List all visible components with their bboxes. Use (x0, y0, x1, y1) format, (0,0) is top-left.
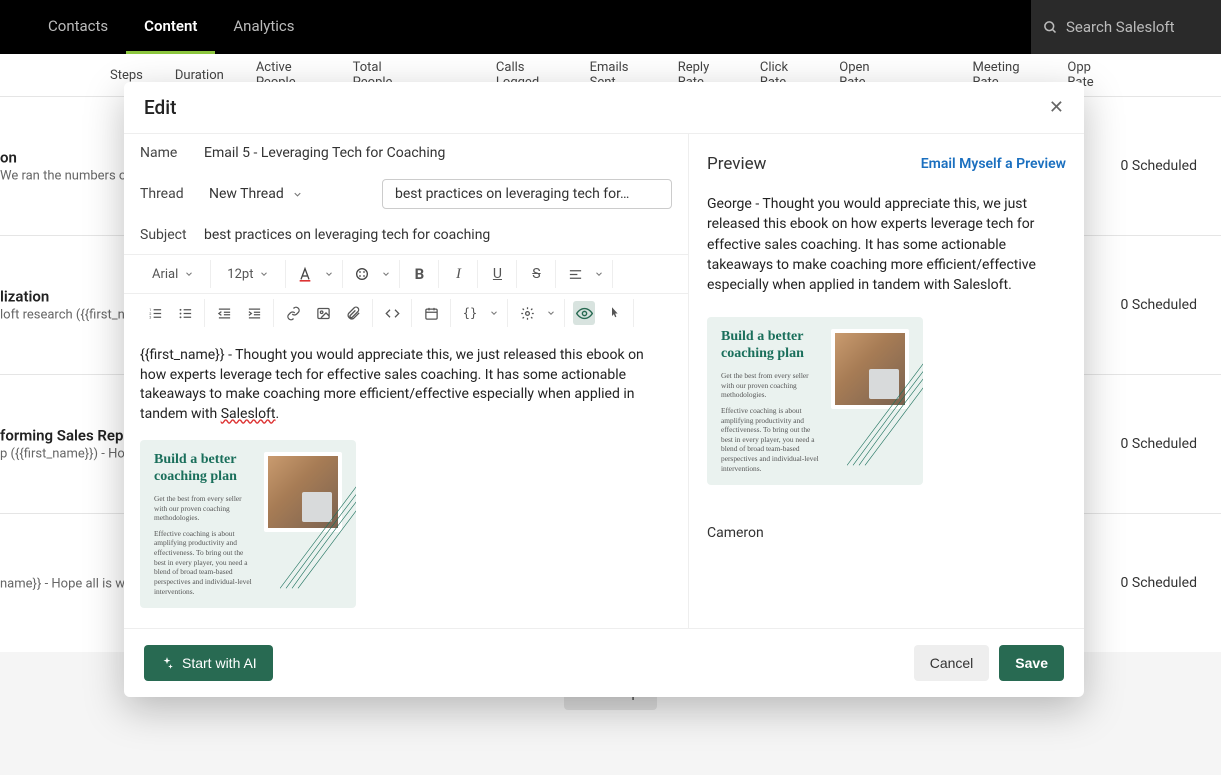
ebook-subhead: Get the best from every seller with our … (721, 371, 821, 400)
ebook-subhead: Get the best from every seller with our … (154, 494, 254, 523)
gear-icon (520, 306, 535, 321)
thread-value: New Thread (209, 186, 284, 202)
subject-input[interactable]: best practices on leveraging tech for co… (204, 223, 672, 247)
code-icon (385, 306, 400, 321)
preview-pane: Preview Email Myself a Preview George - … (689, 134, 1084, 628)
email-body-editor[interactable]: {{first_name}} - Thought you would appre… (124, 332, 688, 628)
preview-title: Preview (707, 154, 766, 174)
image-icon (316, 306, 331, 321)
name-input[interactable]: Email 5 - Leveraging Tech for Coaching (204, 141, 672, 165)
ebook-headline: Build a better coaching plan (154, 452, 254, 486)
ebook-photo (831, 329, 909, 409)
highlight-button[interactable] (351, 262, 373, 286)
close-icon[interactable]: ✕ (1049, 97, 1064, 118)
chevron-down-icon (184, 269, 194, 279)
chevron-down-icon[interactable] (594, 269, 604, 279)
italic-button[interactable]: I (447, 262, 469, 286)
image-button[interactable] (312, 301, 334, 325)
code-button[interactable] (381, 301, 403, 325)
start-with-ai-button[interactable]: Start with AI (144, 645, 273, 681)
modal-footer: Start with AI Cancel Save (124, 629, 1084, 697)
strikethrough-button[interactable]: S (525, 262, 547, 286)
text-color-icon (297, 266, 313, 282)
thread-select[interactable]: New Thread (204, 183, 308, 205)
cancel-button[interactable]: Cancel (914, 645, 990, 681)
modal-title: Edit (144, 96, 176, 119)
spellcheck-word: Salesloft (221, 406, 276, 422)
preview-signature: Cameron (707, 525, 1066, 541)
sparkle-icon (160, 656, 174, 670)
ul-icon (178, 306, 193, 321)
link-button[interactable] (282, 301, 304, 325)
outdent-icon (217, 306, 232, 321)
bold-button[interactable]: B (408, 262, 430, 286)
preview-ebook-card: Build a better coaching plan Get the bes… (707, 317, 923, 485)
chevron-down-icon[interactable] (324, 269, 334, 279)
paint-icon (354, 266, 370, 282)
thread-label: Thread (140, 186, 194, 202)
body-text: {{first_name}} - Thought you would appre… (140, 347, 644, 422)
eye-icon (576, 305, 593, 322)
chevron-down-icon[interactable] (546, 308, 556, 318)
ebook-blurb: Effective coaching is about amplifying p… (154, 529, 254, 596)
attachment-button[interactable] (342, 301, 364, 325)
chevron-down-icon (292, 189, 303, 200)
settings-gear-button[interactable] (516, 301, 538, 325)
editor-toolbar: Arial 12pt (124, 254, 688, 332)
svg-text:3: 3 (149, 315, 151, 319)
ebook-photo (264, 452, 342, 532)
indent-icon (247, 306, 262, 321)
click-tracking-button[interactable] (603, 301, 625, 325)
link-icon (286, 306, 301, 321)
calendar-icon (424, 306, 439, 321)
chevron-down-icon[interactable] (489, 308, 499, 318)
preview-toggle-button[interactable] (573, 301, 595, 325)
chevron-down-icon (259, 269, 269, 279)
thread-subject-preview[interactable]: best practices on leveraging tech for… (382, 179, 672, 209)
chevron-down-icon[interactable] (381, 269, 391, 279)
subject-label: Subject (140, 227, 194, 243)
signature-field: {{My.first_name}} (140, 626, 672, 628)
outdent-button[interactable] (213, 301, 235, 325)
name-label: Name (140, 145, 194, 161)
dynamic-field-button[interactable]: {} (459, 301, 481, 325)
ol-icon: 123 (148, 306, 163, 321)
ebook-card[interactable]: Build a better coaching plan Get the bes… (140, 440, 356, 608)
editor-pane: Name Email 5 - Leveraging Tech for Coach… (124, 134, 689, 628)
ordered-list-button[interactable]: 123 (144, 301, 166, 325)
font-size-select[interactable]: 12pt (219, 262, 277, 286)
edit-modal: Edit ✕ Name Email 5 - Leveraging Tech fo… (124, 82, 1084, 697)
modal-header: Edit ✕ (124, 82, 1084, 133)
calendar-button[interactable] (420, 301, 442, 325)
font-family-select[interactable]: Arial (144, 262, 202, 286)
pointer-icon (607, 306, 622, 321)
ebook-headline: Build a better coaching plan (721, 329, 821, 363)
ebook-blurb: Effective coaching is about amplifying p… (721, 406, 821, 473)
unordered-list-button[interactable] (174, 301, 196, 325)
preview-body: George - Thought you would appreciate th… (707, 194, 1066, 295)
align-left-icon (568, 267, 583, 282)
indent-button[interactable] (243, 301, 265, 325)
paperclip-icon (346, 306, 361, 321)
underline-button[interactable]: U (486, 262, 508, 286)
email-preview-link[interactable]: Email Myself a Preview (921, 156, 1066, 172)
align-button[interactable] (564, 262, 586, 286)
text-color-button[interactable] (294, 262, 316, 286)
save-button[interactable]: Save (999, 645, 1064, 681)
